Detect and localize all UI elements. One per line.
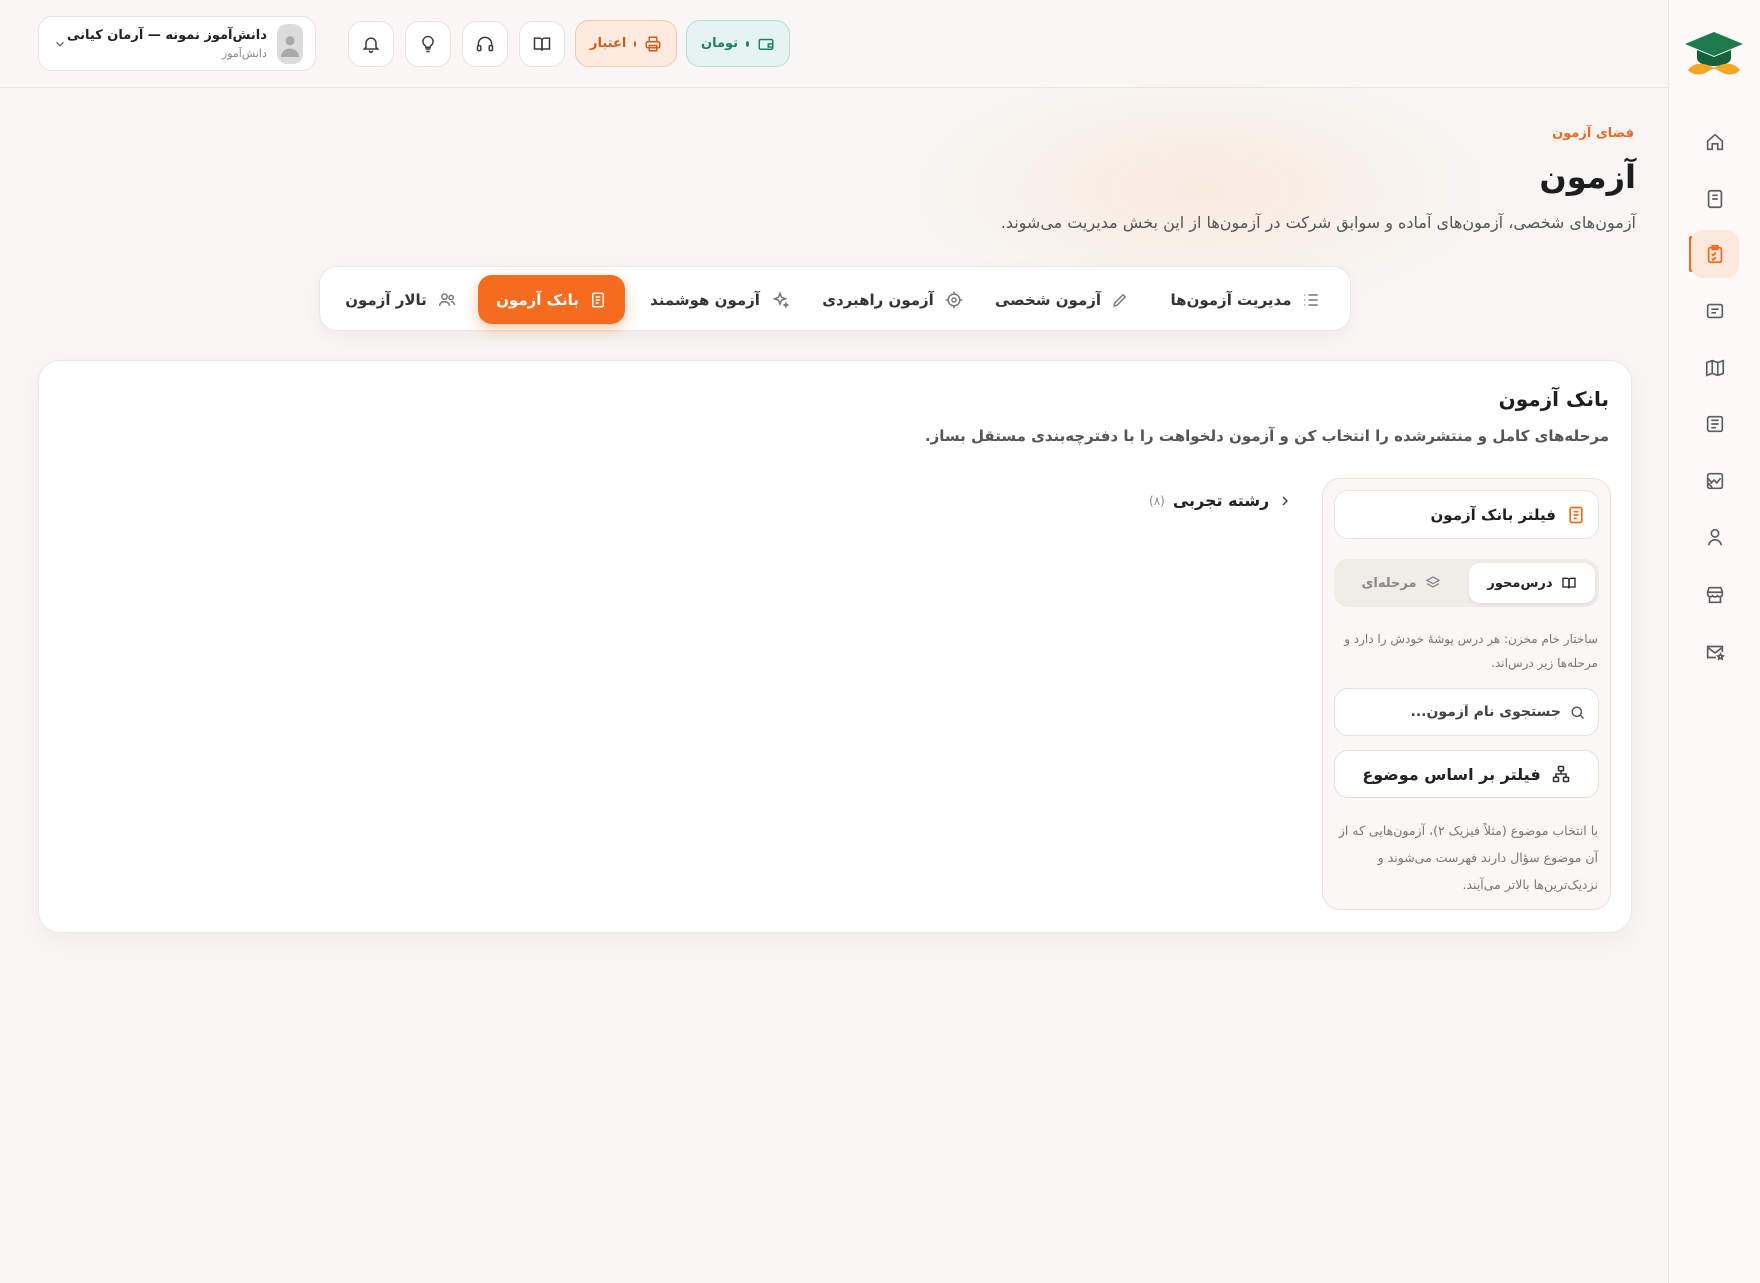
sidebar-item-exams[interactable] <box>1691 230 1739 278</box>
open-book-icon <box>532 34 552 54</box>
segment-label: درس‌محور <box>1487 575 1553 591</box>
chart-icon <box>1704 470 1726 492</box>
user-role: دانش‌آموز <box>221 46 267 60</box>
page-description: آزمون‌های شخصی، آزمون‌های آماده و سوابق … <box>1000 213 1636 232</box>
topic-filter-note: با انتخاب موضوع (مثلاً فیزیک ۲)، آزمون‌ه… <box>1338 823 1598 892</box>
folder-icon <box>1704 300 1726 322</box>
exam-bank-card: بانک آزمون مرحله‌های کامل و منتشرشده را … <box>38 360 1632 933</box>
segment-lesson-based[interactable]: درس‌محور <box>1469 563 1595 603</box>
tab-label: تالار آزمون <box>345 290 427 309</box>
logo <box>1681 26 1747 82</box>
tab-label: آزمون شخصی <box>995 290 1102 309</box>
notifications-button[interactable] <box>348 21 394 67</box>
credit-label: اعتبار <box>590 36 627 51</box>
sidebar <box>1668 0 1760 1283</box>
filter-panel-header: فیلتر بانک آزمون <box>1334 490 1599 539</box>
avatar <box>276 23 303 64</box>
exam-search-field[interactable] <box>1334 688 1599 736</box>
users-icon <box>437 290 457 310</box>
search-icon <box>1569 704 1586 721</box>
lightbulb-icon <box>418 34 438 54</box>
notebook-icon <box>1704 188 1726 210</box>
tab-strategic-exam[interactable]: آزمون راهبردی <box>813 275 973 324</box>
wallet-label: تومان <box>701 36 739 51</box>
tab-personal-exam[interactable]: آزمون شخصی <box>987 275 1137 324</box>
tab-manage-exams[interactable]: مدیریت آزمون‌ها <box>1151 275 1341 324</box>
credit-dot <box>634 40 636 47</box>
exam-tabs: مدیریت آزمون‌ها آزمون شخصی آزمون راهبردی… <box>319 266 1351 331</box>
tab-exam-hall[interactable]: تالار آزمون <box>336 275 466 324</box>
tab-smart-exam[interactable]: آزمون هوشمند <box>640 275 800 324</box>
filter-panel: فیلتر بانک آزمون درس‌محور مرحله‌ای ساختا… <box>1322 478 1611 910</box>
sidebar-item-notebook[interactable] <box>1691 175 1739 223</box>
topic-filter-label: فیلتر بر اساس موضوع <box>1362 764 1541 784</box>
user-name: دانش‌آموز نمونه — آرمان کیانی <box>67 27 267 43</box>
list-icon <box>1301 290 1321 310</box>
card-subtitle: مرحله‌های کامل و منتشرشده را انتخاب کن و… <box>924 427 1609 445</box>
tab-label: بانک آزمون <box>496 290 579 309</box>
card-title: بانک آزمون <box>1498 387 1609 411</box>
segment-stage-based[interactable]: مرحله‌ای <box>1338 563 1464 603</box>
page-eyebrow: فضای آزمون <box>1552 126 1634 141</box>
sidebar-item-messages[interactable] <box>1691 628 1739 676</box>
breadcrumb-label: رشته تجربی <box>1172 491 1270 510</box>
wallet-button[interactable]: تومان <box>686 20 790 67</box>
segment-label: مرحله‌ای <box>1361 575 1417 591</box>
headset-icon <box>475 34 495 54</box>
user-menu[interactable]: دانش‌آموز نمونه — آرمان کیانی دانش‌آموز <box>38 16 316 71</box>
printer-icon <box>644 35 662 53</box>
store-icon <box>1704 584 1726 606</box>
sidebar-item-news[interactable] <box>1691 400 1739 448</box>
structure-note: ساختار خام مخزن: هر درس پوشهٔ خودش را دا… <box>1344 632 1598 670</box>
sidebar-item-profile[interactable] <box>1691 513 1739 561</box>
book-icon <box>1566 505 1586 525</box>
mail-star-icon <box>1704 641 1726 663</box>
layers-icon <box>1425 575 1441 591</box>
breadcrumb[interactable]: رشته تجربی (۸) <box>1149 491 1293 510</box>
clipboard-check-icon <box>1704 243 1726 265</box>
book-icon <box>589 291 607 309</box>
sidebar-item-home[interactable] <box>1691 118 1739 166</box>
chevron-down-icon <box>53 37 67 51</box>
user-icon <box>1704 526 1726 548</box>
bell-icon <box>361 34 381 54</box>
search-input[interactable] <box>1347 704 1561 720</box>
breadcrumb-count: (۸) <box>1149 493 1165 508</box>
sidebar-item-store[interactable] <box>1691 571 1739 619</box>
view-mode-toggle: درس‌محور مرحله‌ای <box>1334 559 1599 607</box>
tab-label: آزمون هوشمند <box>650 290 760 309</box>
tab-label: مدیریت آزمون‌ها <box>1170 290 1292 309</box>
sidebar-item-files[interactable] <box>1691 287 1739 335</box>
tab-exam-bank[interactable]: بانک آزمون <box>478 275 625 324</box>
filter-panel-title: فیلتر بانک آزمون <box>1430 505 1557 524</box>
wallet-dot <box>746 40 749 47</box>
credit-button[interactable]: اعتبار <box>575 20 677 67</box>
wallet-icon <box>757 35 775 53</box>
sidebar-item-reports[interactable] <box>1691 457 1739 505</box>
pencil-icon <box>1111 291 1129 309</box>
sparkle-icon <box>770 290 790 310</box>
home-icon <box>1704 131 1726 153</box>
tab-label: آزمون راهبردی <box>822 290 934 309</box>
sidebar-item-map[interactable] <box>1691 344 1739 392</box>
support-button[interactable] <box>462 21 508 67</box>
hierarchy-icon <box>1551 764 1571 784</box>
map-icon <box>1704 357 1726 379</box>
tips-button[interactable] <box>405 21 451 67</box>
chevron-left-icon <box>1277 493 1293 509</box>
guide-button[interactable] <box>519 21 565 67</box>
newspaper-icon <box>1704 413 1726 435</box>
open-book-icon <box>1561 575 1577 591</box>
topic-filter-button[interactable]: فیلتر بر اساس موضوع <box>1334 750 1599 798</box>
page-title: آزمون <box>1539 158 1636 196</box>
target-icon <box>944 290 964 310</box>
